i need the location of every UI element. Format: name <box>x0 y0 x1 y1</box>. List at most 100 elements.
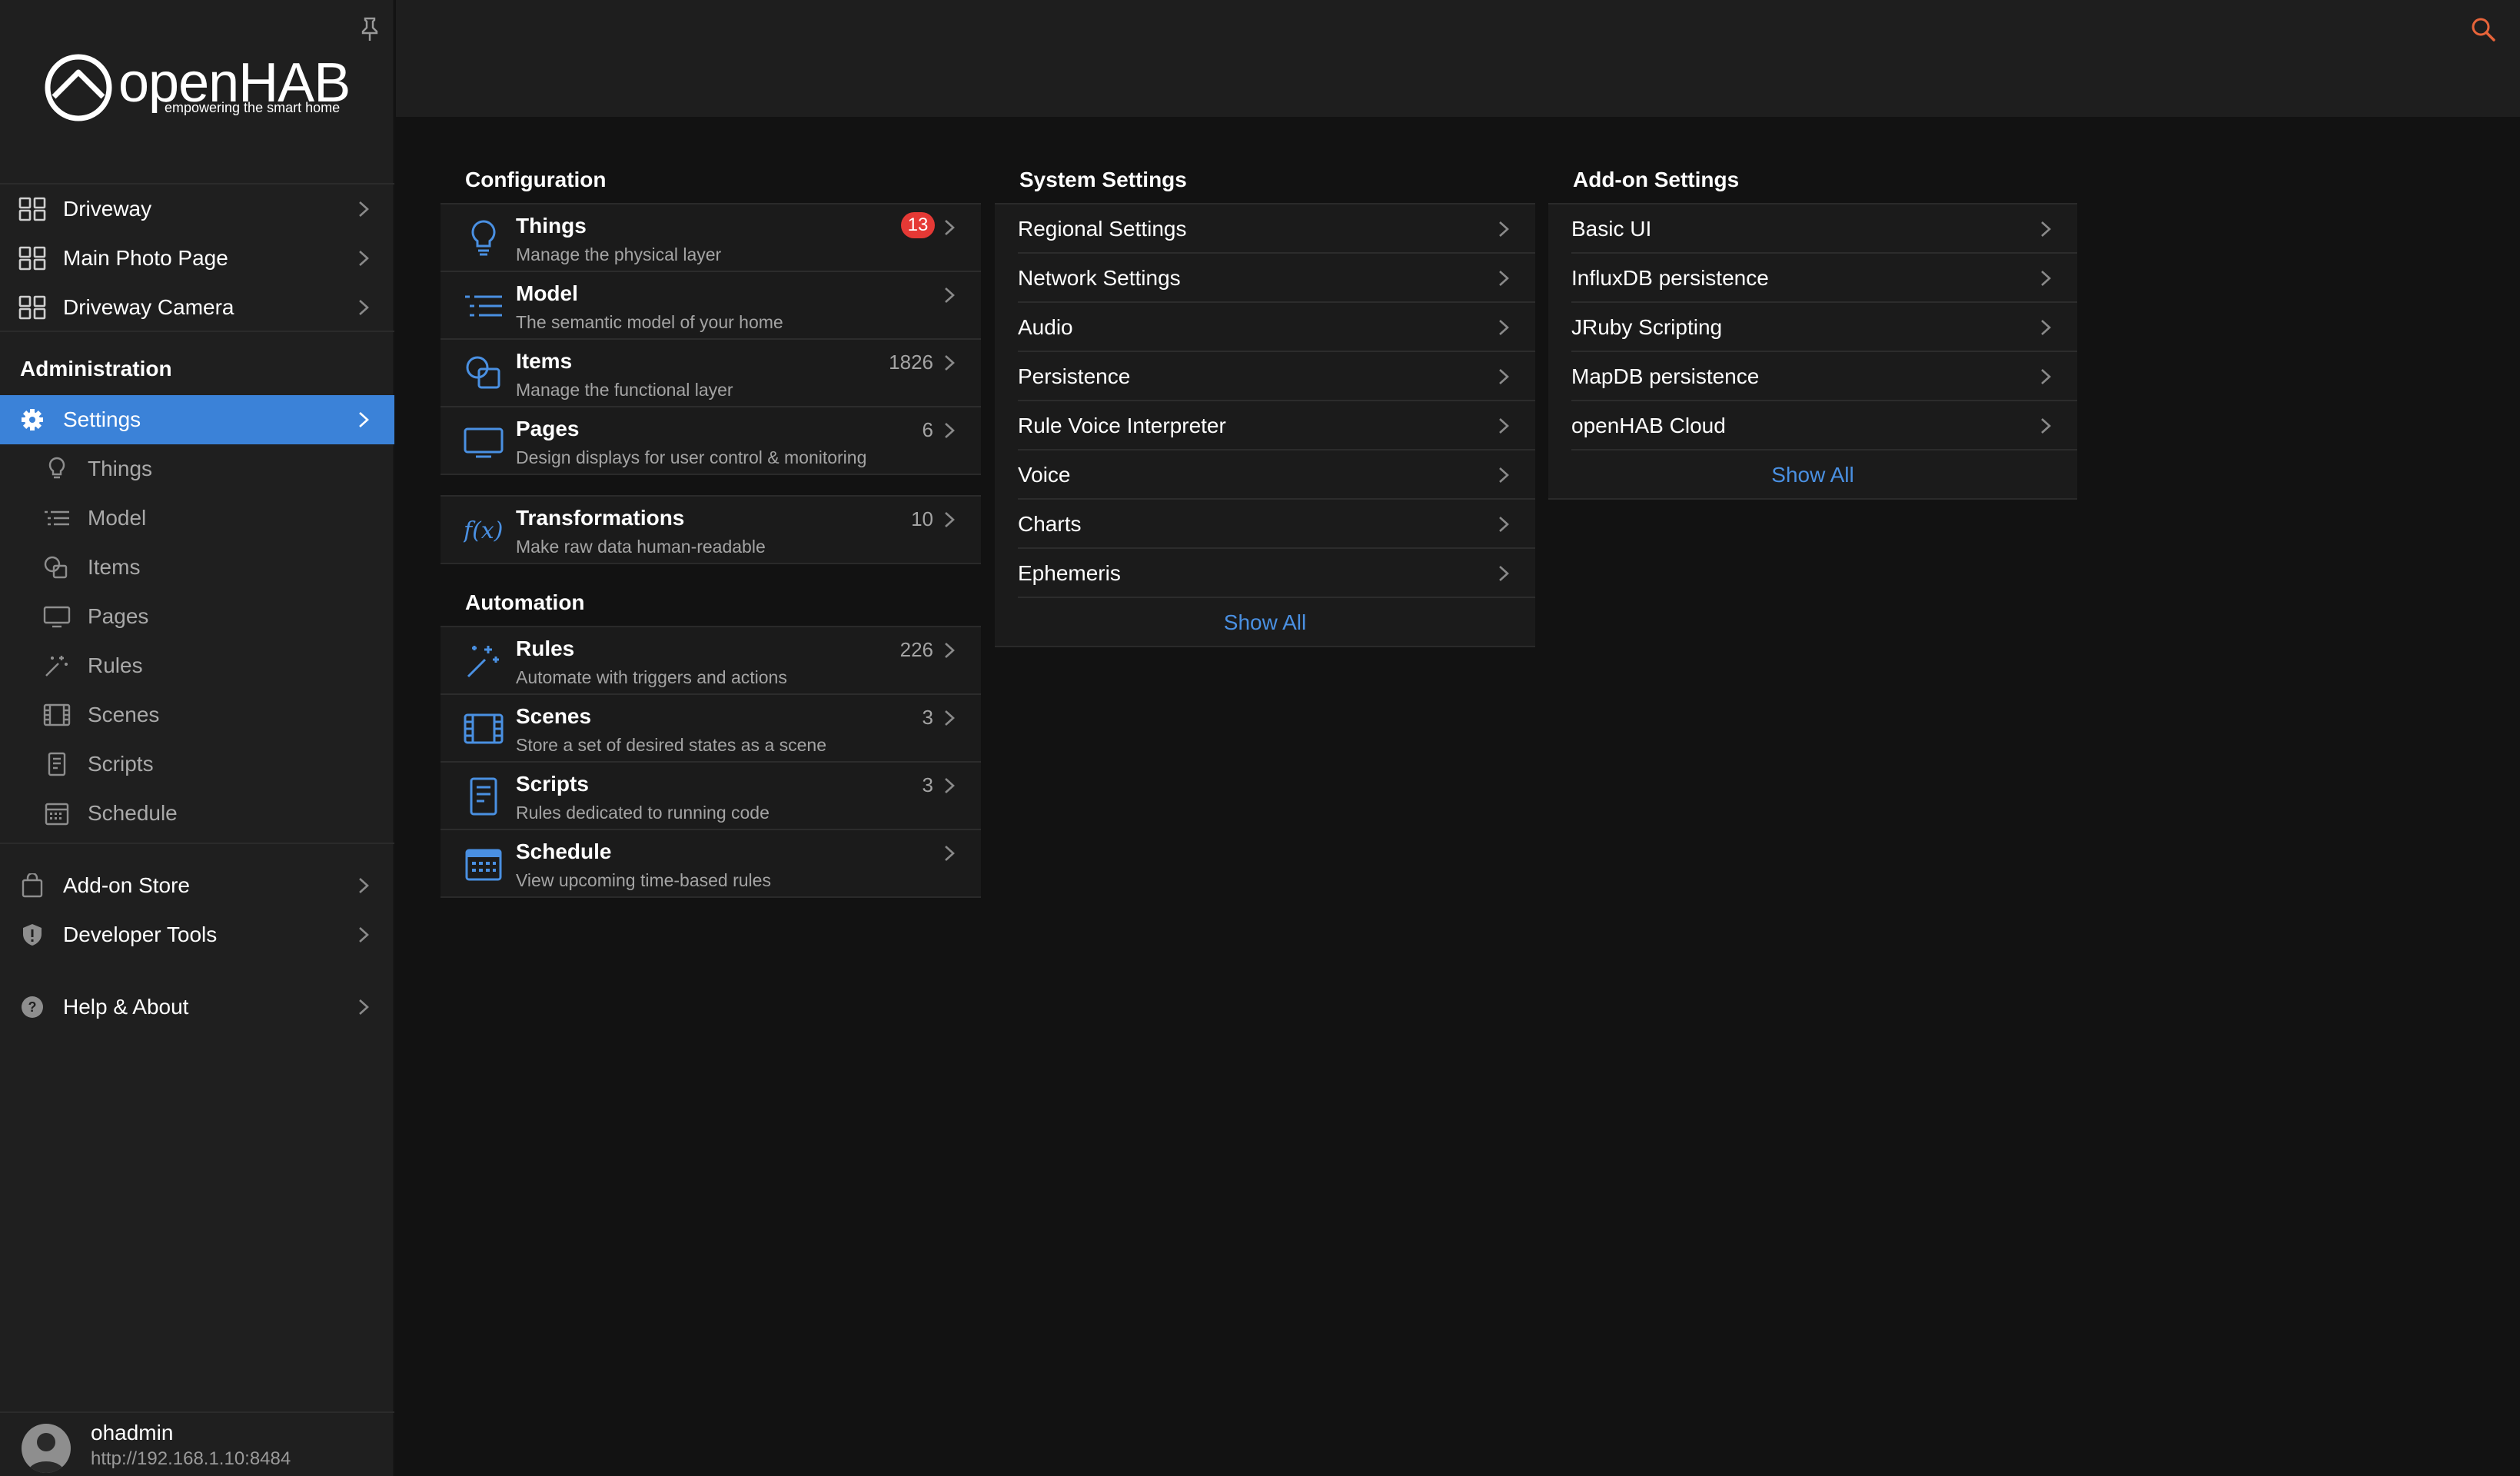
system-setting-regional-settings[interactable]: Regional Settings <box>1018 204 1535 254</box>
row-title: Things <box>516 214 587 238</box>
system-setting-persistence[interactable]: Persistence <box>1018 352 1535 401</box>
sidebar-item-label: Rules <box>88 653 143 677</box>
pin-icon[interactable] <box>358 15 381 43</box>
row-subtitle: Make raw data human-readable <box>516 537 766 557</box>
system-setting-rule-voice-interpreter[interactable]: Rule Voice Interpreter <box>1018 401 1535 450</box>
sidebar-item-driveway[interactable]: Driveway <box>0 184 394 234</box>
lightbulb-icon <box>48 457 65 479</box>
sidebar-subitem-schedule[interactable]: Schedule <box>0 789 394 838</box>
sidebar-item-label: Help & About <box>63 995 189 1019</box>
addon-setting-jruby-scripting[interactable]: JRuby Scripting <box>1571 303 2077 352</box>
sidebar-subitem-rules[interactable]: Rules <box>0 641 394 690</box>
automation-row-scripts[interactable]: Scripts Rules dedicated to running code … <box>441 763 981 830</box>
addon-setting-openhab-cloud[interactable]: openHAB Cloud <box>1571 401 2077 450</box>
setting-label: Audio <box>1018 315 1073 339</box>
chevron-right-icon <box>945 846 955 861</box>
configuration-list: Things Manage the physical layer 13 Mode… <box>441 203 981 475</box>
chevron-right-icon <box>945 710 955 726</box>
grid-icon <box>18 246 46 271</box>
system-settings-heading: System Settings <box>1019 168 1187 191</box>
chevron-right-icon <box>1499 467 1509 483</box>
addon-setting-basic-ui[interactable]: Basic UI <box>1571 204 2077 254</box>
sidebar-item-label: Scenes <box>88 703 160 726</box>
chevron-right-icon <box>359 300 369 315</box>
transformations-list: f(x) Transformations Make raw data human… <box>441 495 981 564</box>
automation-row-rules[interactable]: Rules Automate with triggers and actions… <box>441 627 981 695</box>
monitor-icon <box>464 427 504 458</box>
sidebar-item-label: Items <box>88 555 141 579</box>
addon-settings-show-all-link[interactable]: Show All <box>1548 450 2077 500</box>
divider <box>0 331 394 332</box>
server-url: http://192.168.1.10:8484 <box>91 1448 291 1469</box>
automation-list: Rules Automate with triggers and actions… <box>441 626 981 898</box>
chevron-right-icon <box>359 251 369 266</box>
system-settings-show-all-link[interactable]: Show All <box>995 598 1535 647</box>
config-row-model[interactable]: Model The semantic model of your home <box>441 272 981 340</box>
row-count: 6 <box>922 418 933 441</box>
chevron-right-icon <box>2041 221 2051 237</box>
row-subtitle: Design displays for user control & monit… <box>516 447 867 467</box>
chevron-right-icon <box>1499 271 1509 286</box>
config-row-items[interactable]: Items Manage the functional layer 1826 <box>441 340 981 407</box>
config-row-pages[interactable]: Pages Design displays for user control &… <box>441 407 981 475</box>
sidebar-item-developer-tools[interactable]: Developer Tools <box>0 910 394 959</box>
chevron-right-icon <box>945 355 955 371</box>
chevron-right-icon <box>2041 320 2051 335</box>
sidebar-item-driveway-camera[interactable]: Driveway Camera <box>0 283 394 332</box>
setting-label: Voice <box>1018 463 1071 487</box>
row-title: Schedule <box>516 839 612 863</box>
monitor-icon <box>43 606 71 628</box>
system-setting-audio[interactable]: Audio <box>1018 303 1535 352</box>
sidebar-item-label: Driveway <box>63 197 152 221</box>
sidebar-item-addon-store[interactable]: Add-on Store <box>0 861 394 910</box>
row-count: 3 <box>922 773 933 796</box>
row-subtitle: The semantic model of your home <box>516 312 783 332</box>
automation-heading: Automation <box>465 590 585 614</box>
setting-label: JRuby Scripting <box>1571 315 1723 339</box>
chevron-right-icon <box>359 999 369 1015</box>
system-setting-voice[interactable]: Voice <box>1018 450 1535 500</box>
system-setting-charts[interactable]: Charts <box>1018 500 1535 549</box>
sidebar-item-label: Settings <box>63 407 141 431</box>
config-row-transformations[interactable]: f(x) Transformations Make raw data human… <box>441 497 981 564</box>
automation-row-schedule[interactable]: Schedule View upcoming time-based rules <box>441 830 981 898</box>
sidebar-subitem-model[interactable]: Model <box>0 494 394 543</box>
sidebar-item-label: Scripts <box>88 752 154 776</box>
openhab-logo[interactable]: openHAB empowering the smart home <box>43 52 351 126</box>
row-title: Items <box>516 349 573 373</box>
sidebar-item-help-about[interactable]: ? Help & About <box>0 982 394 1032</box>
sidebar-subitem-items[interactable]: Items <box>0 543 394 592</box>
addon-settings-heading: Add-on Settings <box>1573 168 1740 191</box>
list-icon <box>45 510 69 526</box>
addon-setting-influxdb-persistence[interactable]: InfluxDB persistence <box>1571 254 2077 303</box>
calendar-icon <box>45 803 69 826</box>
setting-label: Network Settings <box>1018 266 1181 290</box>
sidebar-subitem-scripts[interactable]: Scripts <box>0 740 394 789</box>
function-icon: f(x) <box>464 517 503 544</box>
config-row-things[interactable]: Things Manage the physical layer 13 <box>441 204 981 272</box>
sidebar-item-settings[interactable]: Settings <box>0 395 394 444</box>
addon-setting-mapdb-persistence[interactable]: MapDB persistence <box>1571 352 2077 401</box>
setting-label: Basic UI <box>1571 217 1652 241</box>
sidebar-item-label: Model <box>88 506 147 530</box>
user-panel[interactable]: ohadmin http://192.168.1.10:8484 <box>0 1411 394 1476</box>
system-setting-ephemeris[interactable]: Ephemeris <box>1018 549 1535 598</box>
system-setting-network-settings[interactable]: Network Settings <box>1018 254 1535 303</box>
sidebar-item-main-photo-page[interactable]: Main Photo Page <box>0 234 394 283</box>
chevron-right-icon <box>945 643 955 658</box>
row-subtitle: Manage the functional layer <box>516 380 733 400</box>
grid-icon <box>18 197 46 221</box>
lightbulb-icon <box>471 220 496 256</box>
search-icon[interactable] <box>2469 15 2497 43</box>
sidebar-subitem-pages[interactable]: Pages <box>0 592 394 641</box>
sidebar-subitem-scenes[interactable]: Scenes <box>0 690 394 740</box>
sidebar-subitem-things[interactable]: Things <box>0 444 394 494</box>
chevron-right-icon <box>2041 271 2051 286</box>
chevron-right-icon <box>945 512 955 527</box>
automation-row-scenes[interactable]: Scenes Store a set of desired states as … <box>441 695 981 763</box>
addon-settings-list: Basic UI InfluxDB persistence JRuby Scri… <box>1548 203 2077 500</box>
configuration-heading: Configuration <box>465 168 607 191</box>
sidebar-item-label: Schedule <box>88 801 178 825</box>
wand-icon <box>45 656 68 676</box>
avatar <box>22 1424 71 1473</box>
